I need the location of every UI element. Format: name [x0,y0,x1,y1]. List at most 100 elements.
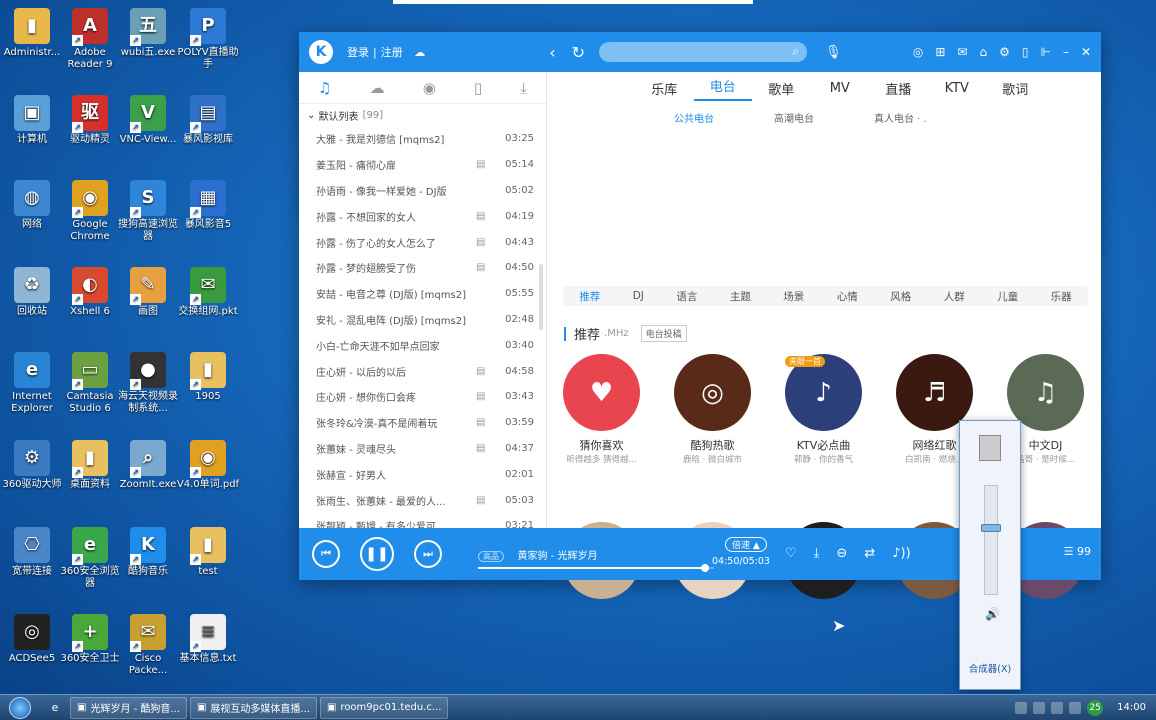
list-item[interactable]: 张赫宣 - 好男人 02:01 [299,461,546,487]
playlist-button[interactable]: ☰ 99 [1064,545,1091,558]
desktop-icon[interactable]: ✉Cisco Packe... [116,614,180,677]
tab-4[interactable]: 直播 [869,79,928,98]
desktop-icon[interactable]: ◉Google Chrome [58,180,122,243]
list-item[interactable]: 姜玉阳 - 痛彻心扉 ▤ 05:14 [299,152,546,178]
compact-icon[interactable]: ⊩ [1040,45,1050,59]
tab-1[interactable]: 电台 [693,76,752,101]
progress-knob[interactable] [700,563,709,572]
mixer-link[interactable]: 合成器(X) [960,661,1020,675]
ie-taskbar-icon[interactable]: e [40,697,70,719]
tray-badge[interactable]: 25 [1087,699,1104,716]
desktop-icon[interactable]: e360安全浏览器 [58,527,122,590]
list-item[interactable]: 张冬玲&冷漠-真不是闹着玩 ▤ 03:59 [299,410,546,436]
desktop-icon[interactable]: ⌕ZoomIt.exe [116,440,180,491]
list-item[interactable]: 张蕙妹 - 灵魂尽头 ▤ 04:37 [299,436,546,462]
mail-icon[interactable]: ✉ [957,45,967,59]
register-link[interactable]: 注册 [381,46,403,59]
radio-subtab[interactable]: 高潮电台 [774,110,814,125]
favorite-icon[interactable]: ♡ [785,546,797,561]
desktop-icon[interactable]: ✎画图 [116,267,180,318]
volume-slider[interactable] [981,485,1001,595]
list-item[interactable]: 安礼 - 混乱电阵 (DJ版) [mqms2] 02:48 [299,307,546,333]
mv-icon[interactable]: ▤ [476,391,490,402]
speed-button[interactable]: 倍速 ▲ [725,537,767,552]
taskbar-task[interactable]: ▣ 光辉岁月 - 酷狗音... [70,696,187,719]
clock[interactable]: 14:00 [1117,702,1146,713]
minimize-icon[interactable]: – [1063,45,1069,59]
previous-button[interactable]: ⏮ [312,540,340,568]
download-icon[interactable]: ⤓ [814,546,820,561]
mv-icon[interactable]: ▤ [476,262,490,273]
more-icon[interactable]: ⊖ [836,546,847,561]
list-item[interactable]: 安喆 - 电音之尊 (DJ版) [mqms2] 05:55 [299,281,546,307]
radio-cover[interactable]: ♥ [563,354,640,431]
desktop-icon[interactable]: ▭Camtasia Studio 6 [58,352,122,415]
tray-icon[interactable] [1033,701,1046,714]
tab-2[interactable]: 歌单 [752,79,811,98]
taskbar-task[interactable]: ▣ room9pc01.tedu.c... [319,696,449,719]
mv-icon[interactable]: ▤ [476,211,490,222]
radio-tab-icon[interactable]: ◉ [423,79,436,97]
desktop-icon[interactable]: ●海云天视频录制系统... [116,352,180,415]
desktop-icon[interactable]: ♻ 回收站 [0,267,64,318]
category-item[interactable]: 推荐 [579,289,600,304]
cloud-tab-icon[interactable]: ☁ [370,79,385,97]
radio-card[interactable]: ♥ 猜你喜欢 听得越多 猜得越... [563,354,640,465]
mini-mode-icon[interactable]: ▯ [1022,45,1029,59]
list-item[interactable]: 孙露 - 不想回家的女人 ▤ 04:19 [299,203,546,229]
desktop-icon[interactable]: 五wubi五.exe [116,8,180,59]
desktop-icon[interactable]: ▤暴风影视库 [176,95,240,146]
tray-icon[interactable] [1051,701,1064,714]
desktop-icon[interactable]: ▮ Administr... [0,8,64,59]
phone-tab-icon[interactable]: ▯ [474,79,482,97]
list-item[interactable]: 庄心妍 - 想你伤口会疼 ▤ 03:43 [299,384,546,410]
search-input[interactable]: ⌕ [599,42,808,62]
desktop-icon[interactable]: ◉V4.0单词.pdf [176,440,240,491]
search-icon[interactable]: ⌕ [792,44,799,59]
desktop-icon[interactable]: ≡基本信息.txt [176,614,240,665]
next-button[interactable]: ⏭ [414,540,442,568]
mv-icon[interactable]: ▤ [476,443,490,454]
tab-6[interactable]: 歌词 [986,79,1045,98]
desktop-icon[interactable]: ◍ 网络 [0,180,64,231]
quality-badge[interactable]: 高品 [478,550,504,562]
radio-cover[interactable]: ♪ 夹眼一首 [785,354,862,431]
desktop-icon[interactable]: VVNC-View... [116,95,180,146]
desktop-icon[interactable]: AAdobe Reader 9 [58,8,122,71]
login-link[interactable]: 登录 [347,46,369,59]
progress-bar[interactable] [478,563,714,572]
mv-icon[interactable]: ▤ [476,495,490,506]
start-button[interactable] [0,695,40,720]
desktop-icon[interactable]: ▮桌面资料 [58,440,122,491]
desktop-icon[interactable]: ▮1905 [176,352,240,403]
radio-subtab[interactable]: 公共电台 [674,110,714,125]
speaker-device-icon[interactable] [979,435,1001,461]
mv-icon[interactable]: ▤ [476,159,490,170]
taskbar-task[interactable]: ▣ 展视互动多媒体直播... [189,696,317,719]
game-icon[interactable]: ◎ [913,45,923,59]
track-title[interactable]: 黄家驹 - 光辉岁月 [518,551,598,562]
volume-thumb[interactable] [981,524,1001,532]
loop-icon[interactable]: ⇄ [864,546,875,561]
list-item[interactable]: 张雨生、张蕙妹 - 最爱的人... ▤ 05:03 [299,487,546,513]
mv-icon[interactable]: ▤ [476,237,490,248]
list-item[interactable]: 孙露 - 伤了心的女人怎么了 ▤ 04:43 [299,229,546,255]
desktop-icon[interactable]: ▮test [176,527,240,578]
mv-icon[interactable]: ▤ [476,417,490,428]
radio-card[interactable]: ◎ 酷狗热歌 鹿晗 · 微白城市 [674,354,751,465]
category-item[interactable]: 人群 [944,289,965,304]
tab-5[interactable]: KTV [928,81,987,96]
desktop-icon[interactable]: S搜狗高速浏览器 [116,180,180,243]
desktop-icon[interactable]: ◎ ACDSee5 [0,614,64,665]
list-item[interactable]: 庄心妍 - 以后的以后 ▤ 04:58 [299,358,546,384]
radio-card[interactable]: ♪ 夹眼一首 KTV必点曲 郭静 · 你的香气 [785,354,862,465]
mv-icon[interactable]: ▤ [476,366,490,377]
apps-icon[interactable]: ⊞ [935,45,945,59]
radio-subtab[interactable]: 真人电台 · . [874,110,927,125]
desktop-icon[interactable]: 驱驱动精灵 [58,95,122,146]
tray-icon[interactable] [1015,701,1028,714]
volume-icon[interactable]: ♪)) [892,546,910,561]
desktop-icon[interactable]: ▣ 计算机 [0,95,64,146]
list-item[interactable]: 大雅 - 我是刘德信 [mqms2] 03:25 [299,126,546,152]
tab-3[interactable]: MV [811,81,870,96]
